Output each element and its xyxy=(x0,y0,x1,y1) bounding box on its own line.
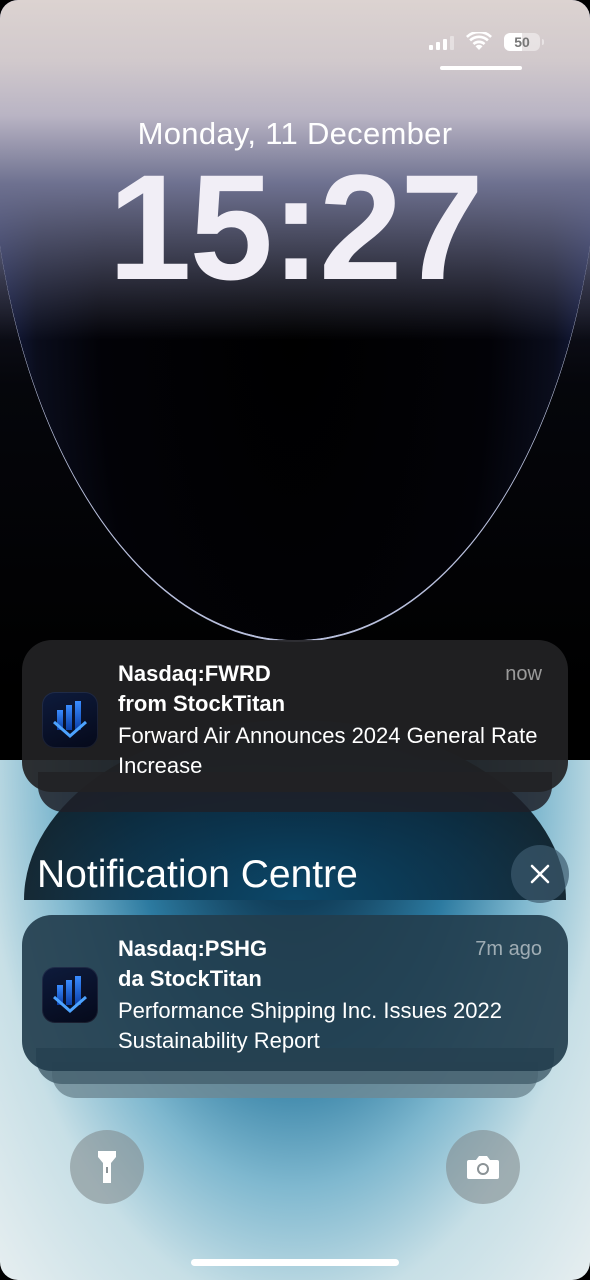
notification-centre-title: Notification Centre xyxy=(37,853,358,896)
notification-title: Nasdaq:FWRD xyxy=(118,661,271,686)
flashlight-icon xyxy=(98,1151,116,1183)
flashlight-button[interactable] xyxy=(70,1130,144,1204)
notification-body: Performance Shipping Inc. Issues 2022 Su… xyxy=(118,998,503,1053)
notification-title: Nasdaq:PSHG xyxy=(118,936,268,961)
camera-button[interactable] xyxy=(446,1130,520,1204)
battery-icon: 50 xyxy=(504,33,544,51)
wifi-icon xyxy=(466,32,492,50)
camera-icon xyxy=(467,1156,499,1179)
notification-subtitle: from StockTitan xyxy=(118,691,286,716)
cellular-signal-icon xyxy=(429,34,454,50)
notification-time: now xyxy=(505,663,542,685)
close-icon xyxy=(530,864,550,884)
home-indicator[interactable] xyxy=(191,1259,399,1266)
clear-notifications-button[interactable] xyxy=(511,845,569,903)
lock-screen: 50 Monday, 11 December 15:27 Nasdaq:FWRD xyxy=(0,0,590,1280)
status-indicator-line xyxy=(440,66,522,70)
stocktitan-app-icon xyxy=(42,967,98,1023)
notification-card[interactable]: Nasdaq:FWRD from StockTitan Forward Air … xyxy=(22,640,568,792)
notification-centre-card[interactable]: Nasdaq:PSHG da StockTitan Performance Sh… xyxy=(22,915,568,1071)
notification-body: Forward Air Announces 2024 General Rate … xyxy=(118,723,538,778)
battery-level: 50 xyxy=(514,34,530,50)
lock-screen-time: 15:27 xyxy=(108,143,484,311)
stocktitan-app-icon xyxy=(42,692,98,748)
status-bar: 50 xyxy=(429,32,544,52)
notification-time: 7m ago xyxy=(475,938,542,960)
notification-subtitle: da StockTitan xyxy=(118,966,262,991)
